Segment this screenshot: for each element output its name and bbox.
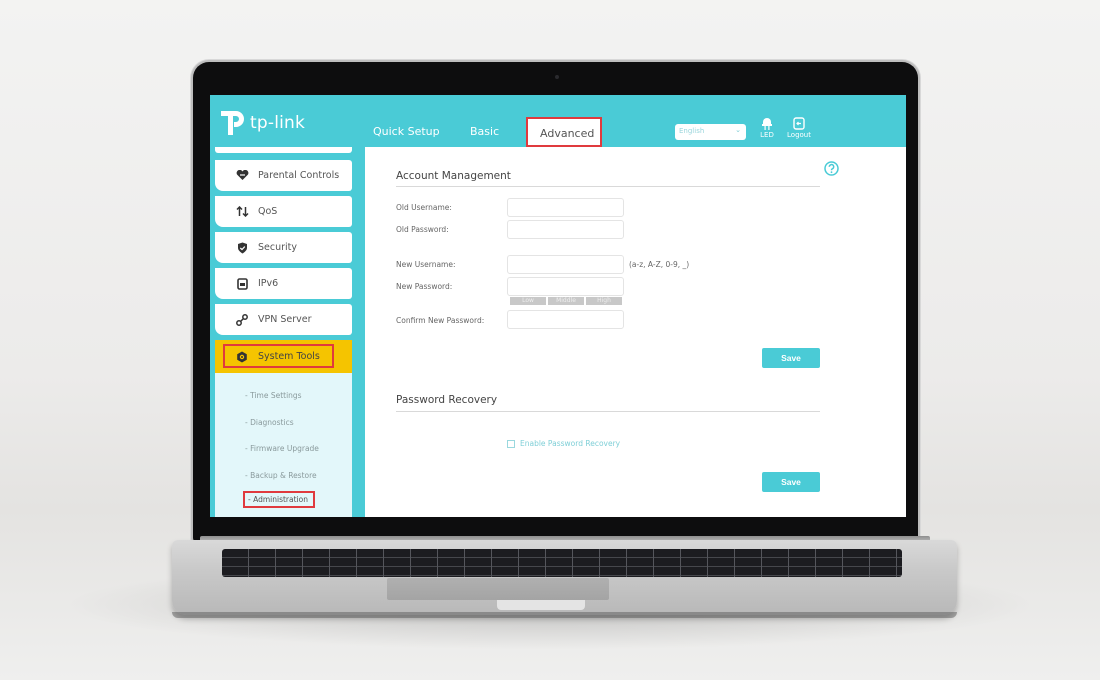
led-button[interactable]: LED (754, 117, 780, 139)
submenu-firmware-upgrade[interactable]: - Firmware Upgrade (245, 444, 319, 453)
tab-quick-setup[interactable]: Quick Setup (373, 125, 440, 138)
question-circle-icon (824, 161, 839, 176)
shield-check-icon (232, 242, 252, 254)
section-divider (396, 186, 820, 187)
tab-basic[interactable]: Basic (470, 125, 499, 138)
confirm-password-input[interactable] (507, 310, 624, 329)
old-password-label: Old Password: (396, 225, 449, 234)
sidebar-item-label: Security (258, 242, 298, 253)
new-username-input[interactable] (507, 255, 624, 274)
sidebar-item-label: QoS (258, 206, 278, 217)
password-recovery-title: Password Recovery (396, 394, 498, 406)
sidebar-item-label: Parental Controls (258, 170, 340, 181)
account-save-button[interactable]: Save (762, 348, 820, 368)
enable-password-recovery-option[interactable]: Enable Password Recovery (507, 439, 620, 448)
main-content: Account Management Old Username: Old Pas… (365, 147, 906, 517)
ipv6-document-icon (232, 277, 252, 290)
led-icon (762, 118, 772, 130)
sidebar-item-security[interactable]: Security (215, 232, 352, 263)
strength-low: Low (510, 297, 546, 305)
username-hint: (a-z, A-Z, 0-9, _) (629, 260, 690, 269)
old-password-input[interactable] (507, 220, 624, 239)
sidebar-item-qos[interactable]: QoS (215, 196, 352, 227)
logout-label: Logout (787, 131, 811, 139)
new-password-label: New Password: (396, 282, 453, 291)
chevron-down-icon: ⌄ (735, 126, 741, 134)
logo-text: tp-link (250, 113, 306, 133)
laptop-trackpad (387, 578, 609, 600)
enable-password-recovery-label: Enable Password Recovery (520, 439, 621, 448)
laptop-base-edge (172, 612, 957, 618)
led-label: LED (760, 131, 774, 139)
new-username-label: New Username: (396, 260, 456, 269)
up-down-arrows-icon (232, 206, 252, 217)
annotation-highlight-box (223, 344, 334, 368)
enable-password-recovery-checkbox[interactable] (507, 439, 515, 448)
webcam (555, 75, 559, 79)
section-divider (396, 411, 820, 412)
language-value: English (679, 127, 705, 135)
language-select[interactable]: English ⌄ (675, 124, 746, 140)
submenu-time-settings[interactable]: - Time Settings (245, 391, 302, 400)
sidebar-item-ipv6[interactable]: IPv6 (215, 268, 352, 299)
old-username-label: Old Username: (396, 203, 452, 212)
heart-hands-icon (232, 170, 252, 181)
laptop-lid-notch (497, 600, 585, 610)
new-password-input[interactable] (507, 277, 624, 296)
link-icon (232, 313, 252, 326)
sidebar-item-label: VPN Server (258, 314, 312, 325)
submenu-diagnostics[interactable]: - Diagnostics (245, 418, 294, 427)
tp-link-logo-icon (221, 111, 244, 135)
account-management-title: Account Management (396, 170, 511, 182)
logout-button[interactable]: Logout (786, 117, 812, 139)
tp-link-logo: tp-link (216, 107, 305, 139)
logout-icon (793, 117, 805, 130)
sidebar-item-previous[interactable] (215, 147, 352, 153)
sidebar-item-label: IPv6 (258, 278, 279, 289)
help-button[interactable] (824, 161, 839, 180)
tab-advanced[interactable]: Advanced (526, 117, 602, 147)
router-admin-screen: tp-link Quick Setup Basic Advanced Engli… (210, 95, 906, 517)
recovery-save-button[interactable]: Save (762, 472, 820, 492)
confirm-password-label: Confirm New Password: (396, 316, 485, 325)
sidebar: Parental Controls QoS Security IPv6 VPN … (210, 147, 365, 517)
submenu-administration[interactable]: - Administration (243, 491, 315, 508)
strength-high: High (586, 297, 622, 305)
system-tools-submenu: - Time Settings - Diagnostics - Firmware… (215, 373, 352, 517)
sidebar-item-system-tools[interactable]: System Tools (215, 340, 352, 373)
old-username-input[interactable] (507, 198, 624, 217)
sidebar-item-parental-controls[interactable]: Parental Controls (215, 160, 352, 191)
submenu-backup-restore[interactable]: - Backup & Restore (245, 471, 317, 480)
sidebar-item-vpn-server[interactable]: VPN Server (215, 304, 352, 335)
password-strength-meter: Low Middle High (510, 297, 622, 305)
top-bar: tp-link Quick Setup Basic Advanced Engli… (210, 95, 906, 147)
strength-middle: Middle (548, 297, 584, 305)
laptop-keyboard (222, 549, 902, 577)
